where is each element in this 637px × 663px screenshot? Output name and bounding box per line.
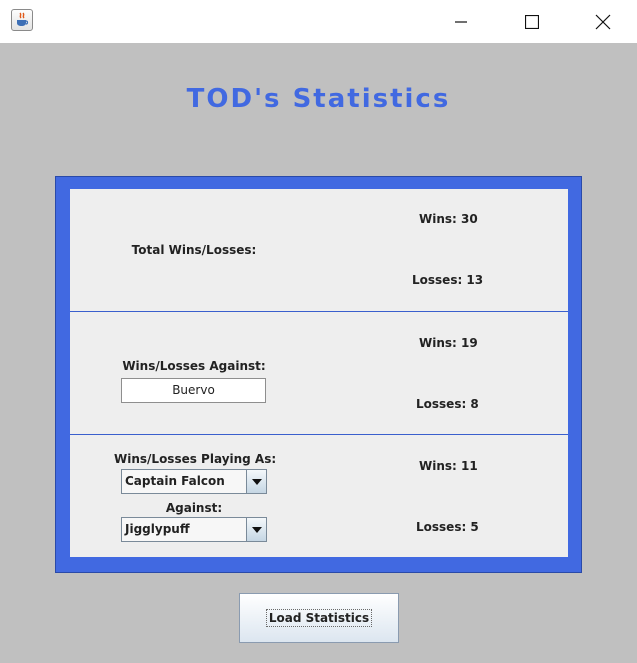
stats-panel: Total Wins/Losses: Wins: 30 Losses: 13 W… (70, 189, 568, 557)
minimize-button[interactable] (438, 0, 484, 43)
playing-as-section: Wins/Losses Playing As: Captain Falcon A… (70, 435, 568, 557)
opponent-character-select-value: Jigglypuff (125, 522, 190, 536)
playing-as-losses: Losses: 5 (416, 520, 479, 534)
minimize-icon (455, 20, 467, 23)
java-cup-icon[interactable] (11, 9, 33, 31)
chevron-down-icon[interactable] (246, 470, 266, 493)
total-wins: Wins: 30 (419, 212, 478, 226)
character-select-value: Captain Falcon (125, 474, 225, 488)
close-button[interactable] (580, 0, 626, 43)
against-losses: Losses: 8 (416, 397, 479, 411)
against-label: Wins/Losses Against: (122, 359, 266, 373)
load-statistics-label: Load Statistics (265, 609, 373, 627)
opponent-field[interactable]: Buervo (121, 378, 266, 403)
against-character-label: Against: (165, 501, 223, 515)
maximize-button[interactable] (509, 0, 555, 43)
against-section: Wins/Losses Against: Buervo Wins: 19 Los… (70, 312, 568, 434)
window-titlebar (0, 0, 637, 43)
close-icon (595, 14, 611, 29)
maximize-icon (525, 14, 539, 29)
total-section: Total Wins/Losses: Wins: 30 Losses: 13 (70, 189, 568, 311)
total-losses: Losses: 13 (412, 273, 484, 287)
character-select[interactable]: Captain Falcon (121, 469, 267, 494)
against-wins: Wins: 19 (419, 336, 478, 350)
load-statistics-button[interactable]: Load Statistics (239, 593, 399, 643)
chevron-down-icon[interactable] (246, 518, 266, 541)
opponent-character-select[interactable]: Jigglypuff (121, 517, 267, 542)
page-title: TOD's Statistics (186, 84, 451, 114)
playing-as-label: Wins/Losses Playing As: (114, 452, 277, 466)
playing-as-wins: Wins: 11 (419, 459, 478, 473)
total-label: Total Wins/Losses: (131, 243, 257, 257)
